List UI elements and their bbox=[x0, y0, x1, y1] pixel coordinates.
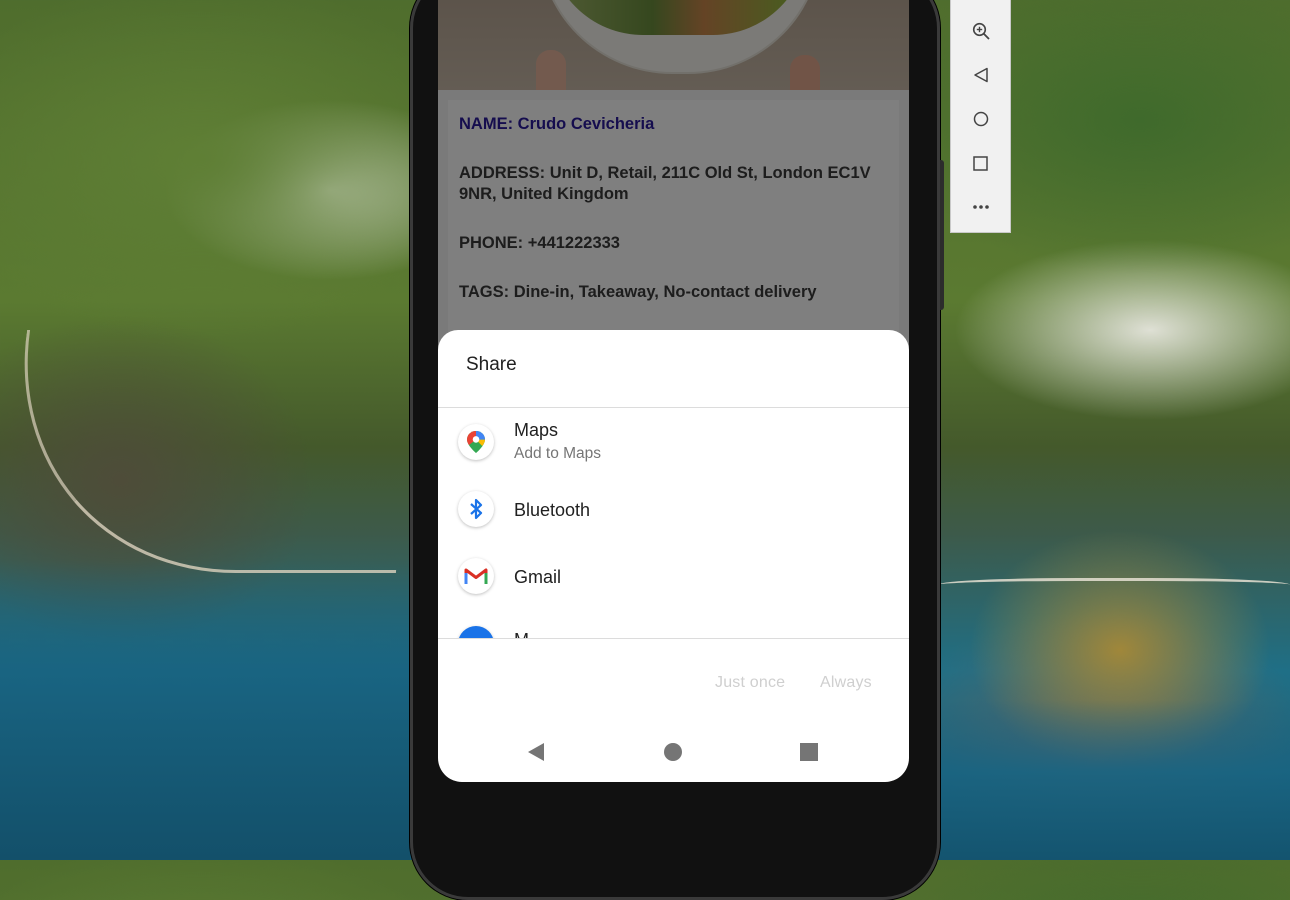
share-app-label: Gmail bbox=[514, 567, 562, 587]
back-triangle-icon[interactable] bbox=[524, 740, 548, 764]
divider bbox=[438, 638, 909, 639]
share-app-label: M bbox=[514, 630, 529, 638]
wallpaper-sea-left bbox=[0, 560, 410, 860]
share-app-gmail[interactable]: Gmail bbox=[438, 545, 909, 605]
just-once-button[interactable]: Just once bbox=[715, 674, 785, 692]
wallpaper-road-right bbox=[938, 578, 1290, 595]
always-button[interactable]: Always bbox=[820, 674, 872, 692]
recents-square-icon[interactable] bbox=[797, 740, 821, 764]
emulator-toolbar bbox=[950, 0, 1011, 233]
share-sheet: Share Maps Add to Maps Bluetooth Gmail J… bbox=[438, 330, 909, 782]
messages-icon bbox=[458, 626, 494, 638]
share-app-maps[interactable]: Maps Add to Maps bbox=[438, 408, 909, 468]
share-app-label: Maps bbox=[514, 420, 559, 440]
share-app-bluetooth[interactable]: Bluetooth bbox=[438, 478, 909, 538]
google-maps-icon bbox=[458, 424, 494, 460]
overview-icon[interactable] bbox=[951, 141, 1010, 185]
home-circle-icon[interactable] bbox=[661, 740, 685, 764]
share-app-label: Bluetooth bbox=[514, 500, 591, 520]
zoom-in-icon[interactable] bbox=[951, 9, 1010, 53]
more-icon[interactable] bbox=[951, 185, 1010, 229]
wallpaper-sea-right bbox=[938, 700, 1290, 860]
wallpaper-road-left bbox=[0, 330, 431, 573]
gmail-icon bbox=[458, 558, 494, 594]
share-app-list: Maps Add to Maps Bluetooth Gmail bbox=[438, 408, 909, 638]
phone-side-button bbox=[940, 160, 944, 310]
home-icon[interactable] bbox=[951, 97, 1010, 141]
share-app-messages[interactable]: M bbox=[438, 612, 909, 638]
share-sheet-title: Share bbox=[466, 354, 517, 375]
back-icon[interactable] bbox=[951, 53, 1010, 97]
phone-screen: NAME: Crudo Cevicheria ADDRESS: Unit D, … bbox=[438, 0, 909, 782]
share-app-subtitle: Add to Maps bbox=[514, 445, 602, 462]
bluetooth-icon bbox=[458, 491, 494, 527]
